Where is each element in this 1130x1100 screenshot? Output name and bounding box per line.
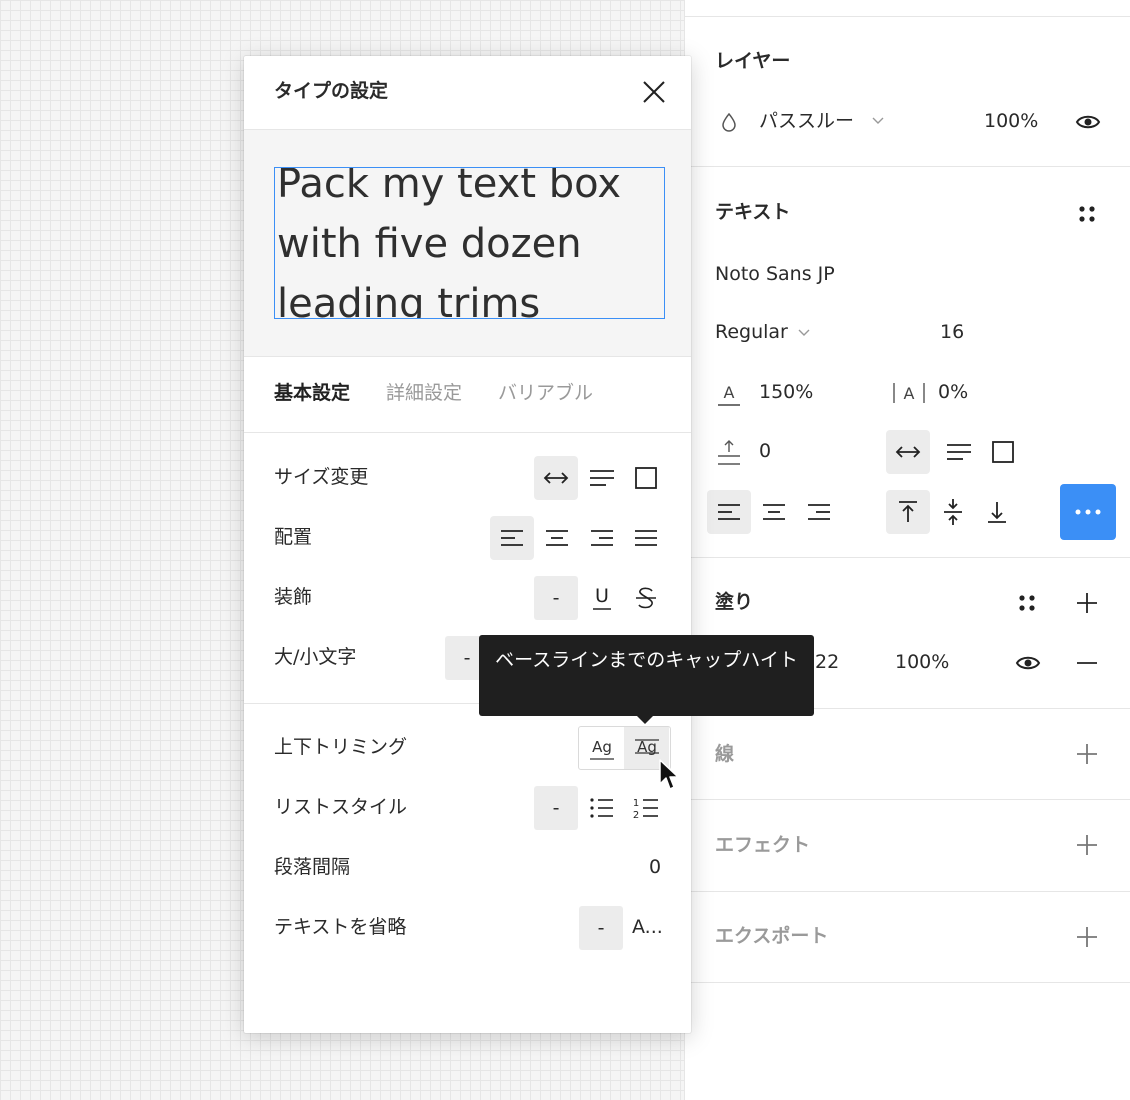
tooltip-text: ベースラインまでのキャップハイト: [495, 649, 798, 671]
add-effect-icon[interactable]: [1075, 833, 1099, 857]
align-justify-button[interactable]: [624, 516, 668, 560]
divider: [244, 356, 691, 357]
text-section-title: テキスト: [715, 201, 791, 223]
auto-width-button[interactable]: [534, 456, 578, 500]
paragraph-spacing-input[interactable]: 0: [759, 442, 771, 461]
align-top-button[interactable]: [886, 490, 930, 534]
trim-standard-button[interactable]: Ag: [579, 727, 624, 769]
svg-text:A: A: [904, 384, 915, 403]
list-none-button[interactable]: -: [534, 786, 578, 830]
blend-mode-select[interactable]: パススルー: [759, 112, 854, 131]
styles-grid-icon[interactable]: [1075, 202, 1099, 226]
case-label: 大/小文字: [274, 646, 357, 668]
tooltip-arrow: [636, 715, 654, 724]
divider: [685, 982, 1130, 983]
tooltip: ベースラインまでのキャップハイト: [479, 635, 814, 724]
chevron-down-icon[interactable]: [871, 114, 885, 128]
underline-button[interactable]: U: [580, 576, 624, 620]
align-left-button[interactable]: [490, 516, 534, 560]
stroke-section-title: 線: [715, 743, 735, 765]
align-label: 配置: [274, 526, 313, 548]
trim-glyph: Ag: [592, 738, 612, 756]
tab-basic[interactable]: 基本設定: [274, 384, 350, 403]
close-icon[interactable]: [640, 78, 668, 106]
layer-section-title: レイヤー: [715, 50, 791, 72]
align-center-button[interactable]: [752, 490, 796, 534]
eye-icon[interactable]: [1073, 110, 1103, 134]
divider: [244, 432, 691, 433]
line-height-input[interactable]: 150%: [759, 383, 813, 402]
divider: [685, 16, 1130, 17]
export-section-title: エクスポート: [715, 925, 829, 947]
align-right-button[interactable]: [580, 516, 624, 560]
dialog-title: タイプの設定: [274, 80, 389, 102]
divider: [685, 166, 1130, 167]
decoration-label: 装飾: [274, 586, 313, 608]
truncate-ellipsis-button[interactable]: A...: [632, 918, 663, 937]
list-number-1: 1: [633, 798, 639, 809]
effect-section-title: エフェクト: [715, 834, 811, 856]
blend-mode-drop-icon: [719, 110, 739, 134]
chevron-down-icon[interactable]: [797, 326, 811, 340]
properties-panel: レイヤー パススルー 100% テキスト Noto Sans JP Regula…: [684, 0, 1130, 1100]
letter-spacing-icon: A: [889, 378, 929, 408]
fill-hex-input[interactable]: 22: [815, 653, 839, 672]
add-export-icon[interactable]: [1075, 925, 1099, 949]
font-weight-select[interactable]: Regular: [715, 323, 788, 342]
divider: [685, 557, 1130, 558]
paragraph-spacing-value[interactable]: 0: [649, 858, 661, 877]
type-settings-dialog: タイプの設定 Pack my text box with five dozen …: [244, 56, 691, 1033]
text-preview-area: Pack my text box with five dozen leading…: [244, 130, 691, 356]
font-size-input[interactable]: 16: [940, 323, 964, 342]
underline-glyph: U: [595, 585, 609, 607]
bulleted-list-icon[interactable]: [580, 786, 624, 830]
decoration-none-button[interactable]: -: [534, 576, 578, 620]
fixed-size-button[interactable]: [981, 430, 1025, 474]
fixed-size-button[interactable]: [624, 456, 668, 500]
resize-label: サイズ変更: [274, 466, 369, 488]
paragraph-spacing-icon: [715, 436, 743, 468]
align-bottom-button[interactable]: [975, 490, 1019, 534]
vertical-trim-label: 上下トリミング: [274, 736, 408, 758]
auto-width-button[interactable]: [886, 430, 930, 474]
font-family-select[interactable]: Noto Sans JP: [715, 265, 835, 284]
mouse-cursor-icon: [658, 758, 682, 794]
tab-variables[interactable]: バリアブル: [498, 384, 593, 403]
eye-icon[interactable]: [1013, 651, 1043, 675]
type-settings-button[interactable]: [1060, 484, 1116, 540]
remove-fill-icon[interactable]: [1075, 652, 1099, 674]
auto-height-button[interactable]: [580, 456, 624, 500]
svg-text:A: A: [724, 383, 735, 402]
letter-spacing-input[interactable]: 0%: [938, 383, 968, 402]
truncate-none-button[interactable]: -: [579, 906, 623, 950]
preview-text: Pack my text box with five dozen leading…: [277, 167, 622, 319]
text-preview-box: Pack my text box with five dozen leading…: [274, 167, 665, 319]
align-right-button[interactable]: [797, 490, 841, 534]
line-height-icon: A: [715, 378, 743, 408]
divider: [685, 891, 1130, 892]
add-stroke-icon[interactable]: [1075, 742, 1099, 766]
strikethrough-icon[interactable]: [624, 576, 668, 620]
layer-opacity-value[interactable]: 100%: [984, 112, 1038, 131]
paragraph-spacing-label: 段落間隔: [274, 856, 351, 878]
align-center-button[interactable]: [535, 516, 579, 560]
list-style-label: リストスタイル: [274, 796, 408, 818]
fill-section-title: 塗り: [715, 591, 754, 613]
fill-opacity-input[interactable]: 100%: [895, 653, 949, 672]
align-left-button[interactable]: [707, 490, 751, 534]
align-middle-button[interactable]: [931, 490, 975, 534]
auto-height-button[interactable]: [937, 430, 981, 474]
styles-grid-icon[interactable]: [1015, 591, 1039, 615]
list-number-2: 2: [633, 810, 639, 820]
truncate-label: テキストを省略: [274, 916, 407, 938]
add-fill-icon[interactable]: [1075, 591, 1099, 615]
tab-details[interactable]: 詳細設定: [386, 384, 462, 403]
divider: [685, 799, 1130, 800]
